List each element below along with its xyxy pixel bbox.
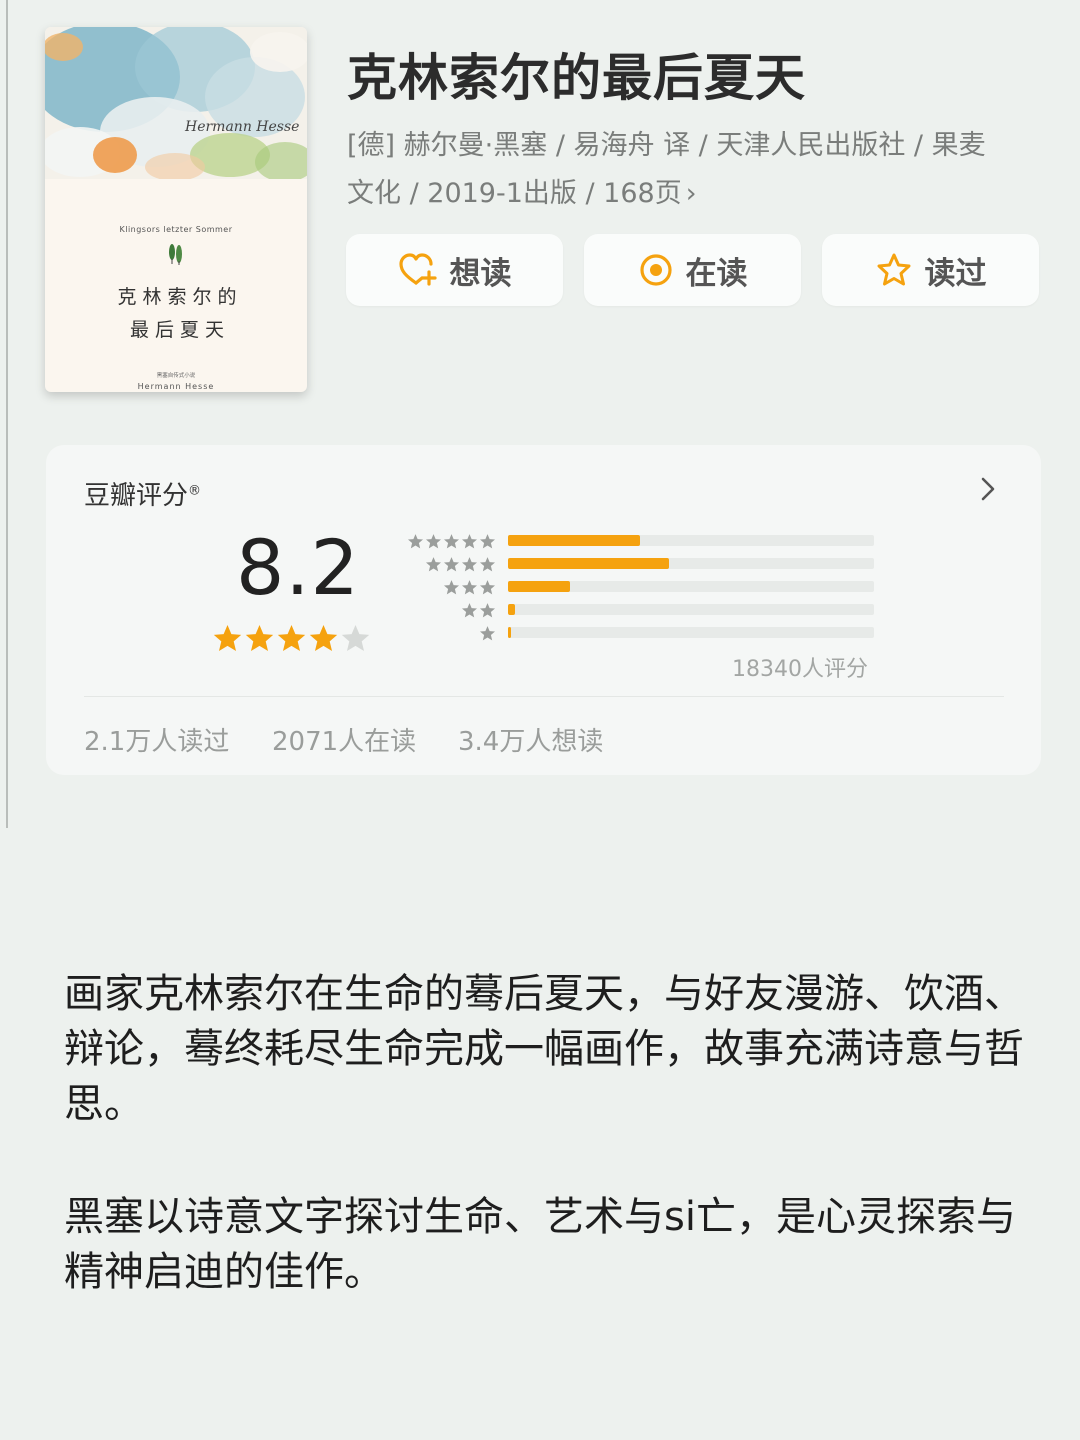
star-filled-icon bbox=[277, 624, 306, 652]
distribution-stars-3 bbox=[386, 579, 496, 595]
distribution-stars-1 bbox=[386, 625, 496, 641]
rating-score: 8.2 bbox=[236, 523, 360, 612]
want-to-read-label: 想读 bbox=[449, 255, 512, 292]
target-circle-icon bbox=[639, 254, 672, 286]
heart-plus-icon bbox=[398, 253, 437, 286]
cover-chinese-title: 克林索尔的 最后夏天 bbox=[117, 286, 243, 341]
star-filled-icon bbox=[213, 624, 242, 652]
divider bbox=[84, 696, 1004, 697]
distribution-bar-3 bbox=[508, 581, 874, 592]
mini-star-icon bbox=[479, 626, 496, 641]
distribution-bar-fill-5 bbox=[508, 535, 640, 546]
mini-star-icon bbox=[407, 534, 424, 549]
cover-signature: Hermann Hesse bbox=[185, 119, 300, 135]
rating-stars bbox=[212, 623, 371, 654]
cover-watercolor-art bbox=[45, 27, 307, 179]
distribution-bar-fill-2 bbox=[508, 604, 515, 615]
book-cover[interactable]: Hermann Hesse Klingsors letzter Sommer 克… bbox=[45, 27, 307, 392]
cover-author: Hermann Hesse bbox=[137, 382, 215, 391]
distribution-bar-4 bbox=[508, 558, 874, 569]
distribution-bar-fill-1 bbox=[508, 627, 511, 638]
mini-star-icon bbox=[479, 534, 496, 549]
star-outline-icon bbox=[877, 253, 910, 286]
rating-card[interactable]: 豆瓣评分® 8.2 18340人评分 2.1万人读过 2071人在读 3.4万人… bbox=[46, 445, 1041, 775]
have-read-button[interactable]: 读过 bbox=[822, 234, 1039, 306]
mini-star-icon bbox=[443, 580, 460, 595]
star-filled-icon bbox=[245, 624, 274, 652]
book-title: 克林索尔的最后夏天 bbox=[347, 49, 806, 107]
reading-button[interactable]: 在读 bbox=[584, 234, 801, 306]
mini-star-icon bbox=[461, 580, 478, 595]
mini-star-icon bbox=[479, 557, 496, 572]
book-meta[interactable]: [德] 赫尔曼·黑塞 / 易海舟 译 / 天津人民出版社 / 果麦 文化 / 2… bbox=[347, 122, 1037, 218]
description-paragraph-1: 画家克林索尔在生命的蓦后夏天，与好友漫游、饮酒、辩论，蓦终耗尽生命完成一幅画作，… bbox=[64, 971, 1024, 1127]
mini-star-icon bbox=[479, 580, 496, 595]
mini-star-icon bbox=[461, 557, 478, 572]
mini-star-icon bbox=[461, 534, 478, 549]
rating-title: 豆瓣评分® bbox=[84, 481, 202, 511]
chevron-right-icon: › bbox=[685, 178, 697, 209]
star-filled-icon bbox=[309, 624, 338, 652]
want-to-read-button[interactable]: 想读 bbox=[346, 234, 563, 306]
distribution-stars-2 bbox=[386, 602, 496, 618]
have-read-label: 读过 bbox=[924, 255, 987, 292]
distribution-stars-5 bbox=[386, 533, 496, 549]
cover-series: 黑塞自传式小说 bbox=[156, 373, 196, 379]
read-count[interactable]: 2.1万人读过 bbox=[84, 721, 229, 758]
mini-star-icon bbox=[479, 603, 496, 618]
distribution-bar-fill-3 bbox=[508, 581, 570, 592]
distribution-bar-5 bbox=[508, 535, 874, 546]
mini-star-icon bbox=[425, 534, 442, 549]
reading-count[interactable]: 2071人在读 bbox=[272, 721, 416, 758]
description-paragraph-2: 黑塞以诗意文字探讨生命、艺术与si亡，是心灵探索与精神启迪的佳作。 bbox=[64, 1194, 1016, 1295]
want-count[interactable]: 3.4万人想读 bbox=[458, 721, 603, 758]
left-edge-divider bbox=[6, 0, 8, 828]
mini-star-icon bbox=[461, 603, 478, 618]
reading-label: 在读 bbox=[685, 255, 748, 292]
distribution-bar-2 bbox=[508, 604, 874, 615]
distribution-stars-4 bbox=[386, 556, 496, 572]
registered-mark: ® bbox=[188, 483, 202, 499]
mini-star-icon bbox=[443, 557, 460, 572]
mini-star-icon bbox=[425, 557, 442, 572]
book-meta-line2: 文化 / 2019-1出版 / 168页 › bbox=[347, 178, 697, 209]
chevron-right-icon[interactable] bbox=[978, 473, 998, 505]
rating-count: 18340人评分 bbox=[732, 657, 868, 682]
distribution-bar-1 bbox=[508, 627, 874, 638]
cover-english-title: Klingsors letzter Sommer bbox=[119, 225, 233, 234]
cover-tree-icon bbox=[169, 244, 182, 265]
book-meta-line1: [德] 赫尔曼·黑塞 / 易海舟 译 / 天津人民出版社 / 果麦 bbox=[347, 130, 986, 161]
star-empty-icon bbox=[341, 624, 370, 652]
distribution-bar-fill-4 bbox=[508, 558, 669, 569]
mini-star-icon bbox=[443, 534, 460, 549]
